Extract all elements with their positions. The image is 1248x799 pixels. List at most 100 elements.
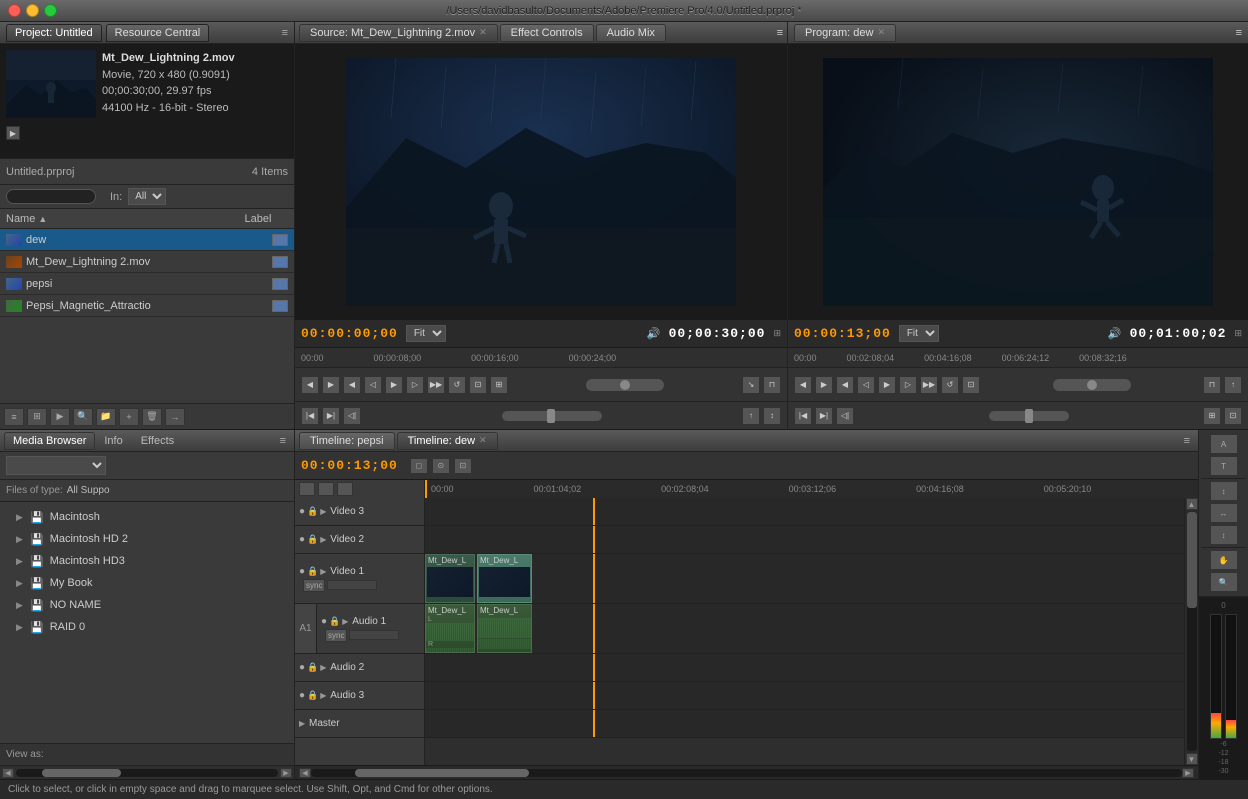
autoplay-button[interactable]: ▶: [50, 408, 70, 426]
scrollbar-track[interactable]: [16, 769, 278, 777]
maximize-button[interactable]: [44, 4, 57, 17]
jog-shuttle[interactable]: [585, 378, 665, 392]
rt-arrow2-btn[interactable]: ↕: [1210, 525, 1238, 545]
project-item-dew[interactable]: dew: [0, 229, 294, 251]
mark-in-button[interactable]: ◀: [301, 376, 319, 394]
browser-item-noname[interactable]: ▶ 💾 NO NAME: [0, 594, 294, 616]
prog-next-frame[interactable]: ▷: [899, 376, 917, 394]
output-button[interactable]: ⊞: [490, 376, 508, 394]
new-item-button[interactable]: +: [119, 408, 139, 426]
video2-expand-icon[interactable]: ▶: [320, 535, 328, 544]
prog-prev-frame[interactable]: ◁: [857, 376, 875, 394]
browser-item-macintosh-hd2[interactable]: ▶ 💾 Macintosh HD 2: [0, 528, 294, 550]
v-scroll-thumb[interactable]: [1187, 512, 1197, 608]
lift-button[interactable]: ↑: [742, 407, 760, 425]
timeline-v-scrollbar[interactable]: ▲ ▼: [1184, 498, 1198, 765]
media-browser-tab[interactable]: Media Browser: [4, 432, 95, 450]
source-tab[interactable]: Source: Mt_Dew_Lightning 2.mov ✕: [299, 24, 498, 42]
tl-tool-2[interactable]: [318, 482, 334, 496]
to-out-button[interactable]: ▶|: [322, 407, 340, 425]
prev-frame-button[interactable]: ◁: [364, 376, 382, 394]
loop-button[interactable]: ↺: [448, 376, 466, 394]
delete-button[interactable]: 🗑: [142, 408, 162, 426]
tl-btn-snap[interactable]: ⊙: [432, 458, 450, 474]
video1-clip1[interactable]: Mt_Dew_L: [425, 554, 475, 603]
more-button[interactable]: →: [165, 408, 185, 426]
audio1-track-sync[interactable]: sync: [325, 629, 347, 642]
rt-move-btn[interactable]: ↕: [1210, 481, 1238, 501]
video3-expand-icon[interactable]: ▶: [320, 507, 328, 516]
step-back-button[interactable]: ◀: [343, 376, 361, 394]
resource-tab[interactable]: Resource Central: [106, 24, 210, 42]
browser-item-raid0[interactable]: ▶ 💾 RAID 0: [0, 616, 294, 638]
prog-lift[interactable]: ↑: [1224, 376, 1242, 394]
project-tab[interactable]: Project: Untitled: [6, 24, 102, 42]
v-scroll-track[interactable]: [1187, 512, 1197, 751]
timeline-menu[interactable]: ≡: [1180, 435, 1194, 447]
audio1-eye-icon[interactable]: ●: [321, 616, 327, 627]
video2-eye-icon[interactable]: ●: [299, 534, 305, 545]
video1-lock-icon[interactable]: 🔒: [307, 566, 318, 577]
project-item-lightning[interactable]: Mt_Dew_Lightning 2.mov: [0, 251, 294, 273]
step-fwd-button[interactable]: ▶▶: [427, 376, 445, 394]
scroll-down-button[interactable]: ▼: [1186, 753, 1198, 765]
video1-expand-icon[interactable]: ▶: [320, 567, 328, 576]
extract-button[interactable]: ↕: [763, 407, 781, 425]
rt-btn-text[interactable]: T: [1210, 456, 1238, 476]
close-button[interactable]: [8, 4, 21, 17]
timeline-dew-tab[interactable]: Timeline: dew ✕: [397, 432, 498, 450]
master-expand-icon[interactable]: ▶: [299, 719, 307, 728]
program-tab[interactable]: Program: dew ✕: [794, 24, 896, 42]
new-bin-button[interactable]: 📁: [96, 408, 116, 426]
prev-edit-button[interactable]: ◁|: [343, 407, 361, 425]
rt-zoom-btn[interactable]: 🔍: [1210, 572, 1238, 592]
effects-controls-tab[interactable]: Effect Controls: [500, 24, 594, 42]
minimize-button[interactable]: [26, 4, 39, 17]
audio2-lock-icon[interactable]: 🔒: [307, 662, 318, 673]
tl-tool-1[interactable]: [299, 482, 315, 496]
tl-btn-in-out[interactable]: ◻: [410, 458, 428, 474]
prog-to-out[interactable]: ▶|: [815, 407, 833, 425]
overwrite-button[interactable]: ⊓: [763, 376, 781, 394]
prog-loop[interactable]: ↺: [941, 376, 959, 394]
audio3-expand-icon[interactable]: ▶: [320, 691, 328, 700]
program-fit-select[interactable]: Fit: [899, 325, 939, 342]
browser-item-mybook[interactable]: ▶ 💾 My Book: [0, 572, 294, 594]
rt-arrow-btn[interactable]: ↔: [1210, 503, 1238, 523]
media-browser-menu[interactable]: ≡: [276, 435, 290, 447]
prog-audio-slider[interactable]: [989, 411, 1069, 421]
rt-hand-btn[interactable]: ✋: [1210, 550, 1238, 570]
prog-multitrack[interactable]: ⊞: [1203, 407, 1221, 425]
video3-lock-icon[interactable]: 🔒: [307, 506, 318, 517]
source-tab-close[interactable]: ✕: [479, 27, 487, 38]
audio2-expand-icon[interactable]: ▶: [320, 663, 328, 672]
find-button[interactable]: 🔍: [73, 408, 93, 426]
video1-track-sync[interactable]: sync: [303, 579, 325, 592]
play-stop-button[interactable]: ▶: [385, 376, 403, 394]
audio1-lock-icon[interactable]: 🔒: [329, 616, 340, 627]
preview-play-button[interactable]: ▶: [6, 126, 20, 140]
prog-prev-edit[interactable]: ◁|: [836, 407, 854, 425]
timeline-pepsi-tab[interactable]: Timeline: pepsi: [299, 432, 395, 450]
next-frame-button[interactable]: ▷: [406, 376, 424, 394]
tl-scroll-right[interactable]: ▶: [1182, 768, 1194, 778]
source-fit-select[interactable]: Fit: [406, 325, 446, 342]
in-select[interactable]: All: [128, 188, 166, 205]
audio-mix-tab[interactable]: Audio Mix: [596, 24, 666, 42]
effects-tab[interactable]: Effects: [132, 432, 183, 450]
audio1-expand-icon[interactable]: ▶: [342, 617, 350, 626]
source-panel-menu[interactable]: ≡: [777, 27, 783, 39]
to-in-button[interactable]: |◀: [301, 407, 319, 425]
tl-scroll-left[interactable]: ◀: [299, 768, 311, 778]
audio1-clip2[interactable]: Mt_Dew_L: [477, 604, 532, 653]
program-tab-close[interactable]: ✕: [877, 27, 885, 38]
audio3-lock-icon[interactable]: 🔒: [307, 690, 318, 701]
project-item-pepsi-mag[interactable]: Pepsi_Magnetic_Attractio: [0, 295, 294, 317]
scroll-up-button[interactable]: ▲: [1186, 498, 1198, 510]
scroll-left[interactable]: ◀: [2, 768, 14, 778]
browser-item-macintosh-hd3[interactable]: ▶ 💾 Macintosh HD3: [0, 550, 294, 572]
scroll-right[interactable]: ▶: [280, 768, 292, 778]
audio2-eye-icon[interactable]: ●: [299, 662, 305, 673]
timeline-dew-close[interactable]: ✕: [479, 435, 487, 446]
prog-mark-in[interactable]: ◀: [794, 376, 812, 394]
